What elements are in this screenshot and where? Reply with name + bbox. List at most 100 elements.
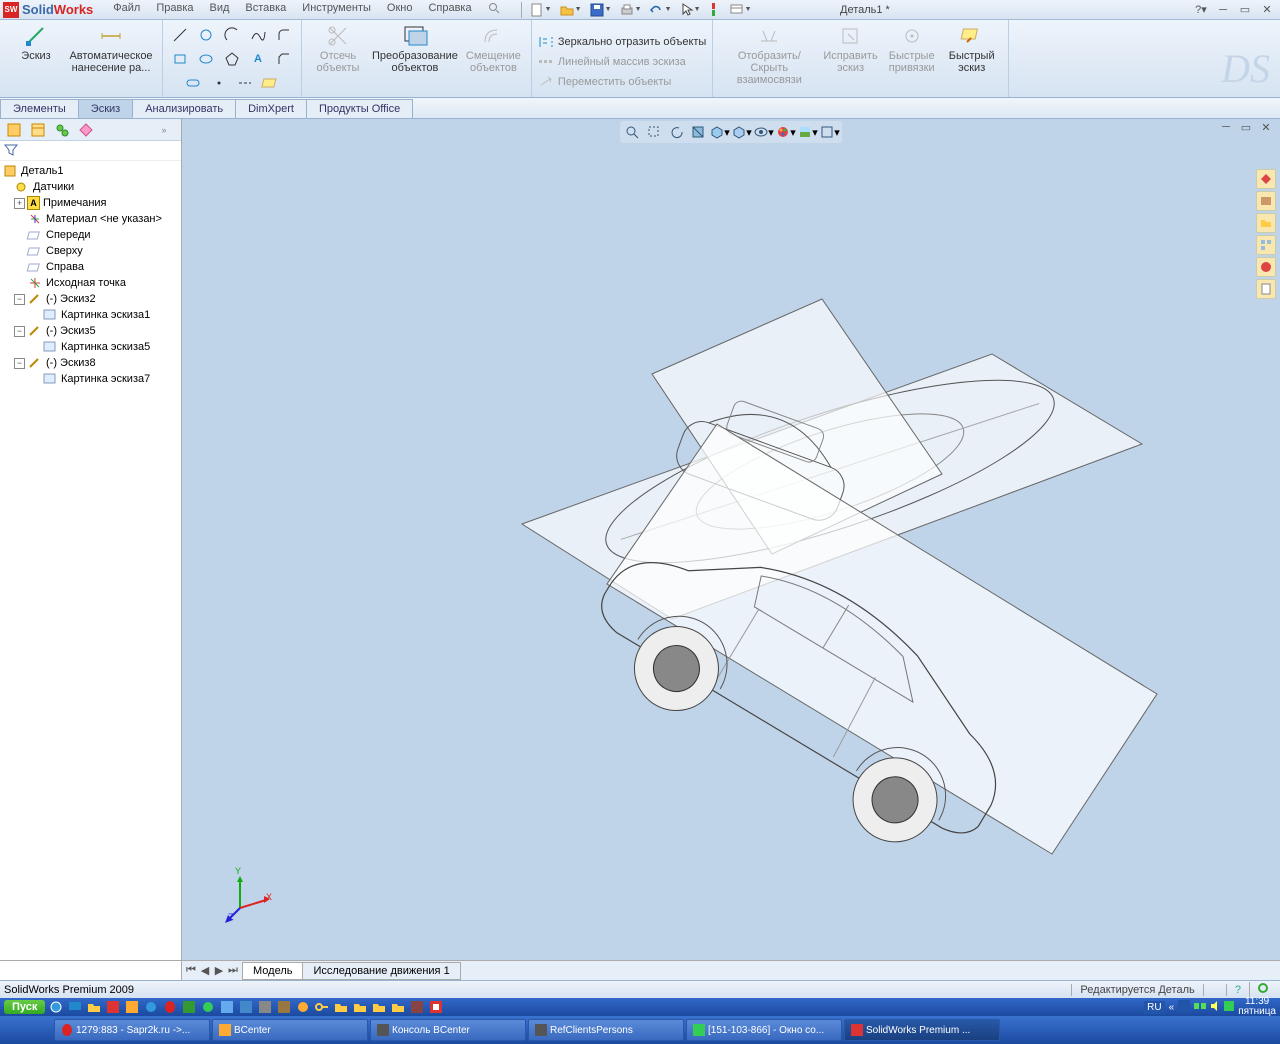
tree-item[interactable]: Картинка эскиза7: [0, 371, 181, 387]
panel-expand-icon[interactable]: »: [153, 121, 175, 139]
tree-item[interactable]: Картинка эскиза1: [0, 307, 181, 323]
ql-app7-icon[interactable]: [257, 999, 273, 1015]
filter-bar[interactable]: [0, 141, 181, 161]
polygon-icon[interactable]: [221, 49, 243, 69]
offset-button[interactable]: Смещение объектов: [462, 22, 525, 76]
task-item[interactable]: SolidWorks Premium ...: [844, 1019, 1000, 1041]
file-explorer-icon[interactable]: [1256, 213, 1276, 233]
lang-indicator[interactable]: RU: [1144, 1001, 1164, 1014]
tree-item[interactable]: Картинка эскиза5: [0, 339, 181, 355]
text-icon[interactable]: A: [247, 49, 269, 69]
ql-folder3-icon[interactable]: [371, 999, 387, 1015]
ql-key-icon[interactable]: [314, 999, 330, 1015]
menu-window[interactable]: Окно: [379, 0, 421, 19]
tree-item[interactable]: Справа: [0, 259, 181, 275]
tree-item[interactable]: Исходная точка: [0, 275, 181, 291]
view-settings-icon[interactable]: ▾: [820, 123, 840, 141]
tab-prev-icon[interactable]: ◀: [198, 964, 212, 977]
display-relations-button[interactable]: Отобразить/Скрыть взаимосвязи: [719, 22, 819, 88]
tab-sketch[interactable]: Эскиз: [78, 99, 133, 118]
tree-root[interactable]: Деталь1: [0, 163, 181, 179]
ql-folder4-icon[interactable]: [390, 999, 406, 1015]
ql-explorer-icon[interactable]: [86, 999, 102, 1015]
dimxpert-manager-tab-icon[interactable]: [75, 121, 97, 139]
ql-desktop-icon[interactable]: [67, 999, 83, 1015]
ql-ie-icon[interactable]: [48, 999, 64, 1015]
qat-rebuild-icon[interactable]: [707, 2, 725, 18]
ql-folder1-icon[interactable]: [333, 999, 349, 1015]
menu-help[interactable]: Справка: [420, 0, 479, 19]
status-rebuild-icon[interactable]: [1249, 982, 1276, 997]
ql-folder2-icon[interactable]: [352, 999, 368, 1015]
ql-app5-icon[interactable]: [219, 999, 235, 1015]
point-icon[interactable]: [208, 73, 230, 93]
appearance-icon[interactable]: ▾: [776, 123, 796, 141]
qat-select-icon[interactable]: ▼: [677, 2, 705, 18]
graphics-area[interactable]: ▾ ▾ ▾ ▾ ▾ ▾ ─ ▭ ✕: [182, 119, 1280, 960]
tree-item[interactable]: Сверху: [0, 243, 181, 259]
ellipse-icon[interactable]: [195, 49, 217, 69]
start-button[interactable]: Пуск: [4, 1000, 45, 1014]
circle-icon[interactable]: [195, 25, 217, 45]
tray-net-icon[interactable]: [1194, 1001, 1206, 1014]
rectangle-icon[interactable]: [169, 49, 191, 69]
tab-motion-study[interactable]: Исследование движения 1: [302, 962, 460, 980]
zoom-fit-icon[interactable]: [622, 123, 642, 141]
tab-dimxpert[interactable]: DimXpert: [235, 99, 307, 118]
tab-office[interactable]: Продукты Office: [306, 99, 413, 118]
move-button[interactable]: Переместить объекты: [538, 75, 671, 89]
tray-expand-icon[interactable]: «: [1169, 1002, 1175, 1013]
quick-snaps-button[interactable]: Быстрые привязки: [882, 22, 942, 76]
feature-manager-tab-icon[interactable]: [3, 121, 25, 139]
repair-sketch-button[interactable]: Исправить эскиз: [819, 22, 881, 76]
ql-app1-icon[interactable]: [124, 999, 140, 1015]
task-item[interactable]: BCenter: [212, 1019, 368, 1041]
property-manager-tab-icon[interactable]: [27, 121, 49, 139]
menu-view[interactable]: Вид: [202, 0, 238, 19]
menu-tools[interactable]: Инструменты: [294, 0, 379, 19]
ql-app11-icon[interactable]: [428, 999, 444, 1015]
section-view-icon[interactable]: [688, 123, 708, 141]
qat-new-icon[interactable]: ▼: [527, 2, 555, 18]
qat-undo-icon[interactable]: ▼: [647, 2, 675, 18]
task-item[interactable]: 1279:883 - Sapr2k.ru ->...: [54, 1019, 210, 1041]
qat-print-icon[interactable]: ▼: [617, 2, 645, 18]
menu-search-icon[interactable]: [480, 0, 508, 19]
doc-restore-button[interactable]: ▭: [1238, 121, 1254, 135]
tray-disk-icon[interactable]: [1178, 1000, 1190, 1015]
tree-item[interactable]: −(-) Эскиз5: [0, 323, 181, 339]
sw-resources-icon[interactable]: [1256, 169, 1276, 189]
clock[interactable]: 11:39 пятница: [1238, 997, 1276, 1017]
tree-item[interactable]: Спереди: [0, 227, 181, 243]
config-manager-tab-icon[interactable]: [51, 121, 73, 139]
qat-save-icon[interactable]: ▼: [587, 2, 615, 18]
appearances-icon[interactable]: [1256, 257, 1276, 277]
display-style-icon[interactable]: ▾: [732, 123, 752, 141]
menu-insert[interactable]: Вставка: [237, 0, 294, 19]
chamfer-icon[interactable]: [273, 49, 295, 69]
ql-opera-icon[interactable]: [162, 999, 178, 1015]
qat-open-icon[interactable]: ▼: [557, 2, 585, 18]
ql-app6-icon[interactable]: [238, 999, 254, 1015]
custom-props-icon[interactable]: [1256, 279, 1276, 299]
previous-view-icon[interactable]: [666, 123, 686, 141]
ql-app2-icon[interactable]: [143, 999, 159, 1015]
tree-item[interactable]: Материал <не указан>: [0, 211, 181, 227]
tray-app-icon[interactable]: [1224, 1001, 1234, 1014]
task-item[interactable]: Консоль BCenter: [370, 1019, 526, 1041]
ql-app9-icon[interactable]: [295, 999, 311, 1015]
spline-icon[interactable]: [247, 25, 269, 45]
status-help-icon[interactable]: ?: [1226, 984, 1249, 996]
help-icon[interactable]: ?▾: [1192, 2, 1210, 18]
centerline-icon[interactable]: [234, 73, 256, 93]
fillet-icon[interactable]: [273, 25, 295, 45]
ql-save-icon[interactable]: [105, 999, 121, 1015]
arc-icon[interactable]: [221, 25, 243, 45]
qat-options-icon[interactable]: ▼: [727, 2, 755, 18]
tree-item[interactable]: −(-) Эскиз8: [0, 355, 181, 371]
tab-first-icon[interactable]: ⏮: [184, 964, 198, 977]
design-library-icon[interactable]: [1256, 191, 1276, 211]
line-icon[interactable]: [169, 25, 191, 45]
view-palette-icon[interactable]: [1256, 235, 1276, 255]
sketch-button[interactable]: Эскиз: [6, 22, 66, 64]
